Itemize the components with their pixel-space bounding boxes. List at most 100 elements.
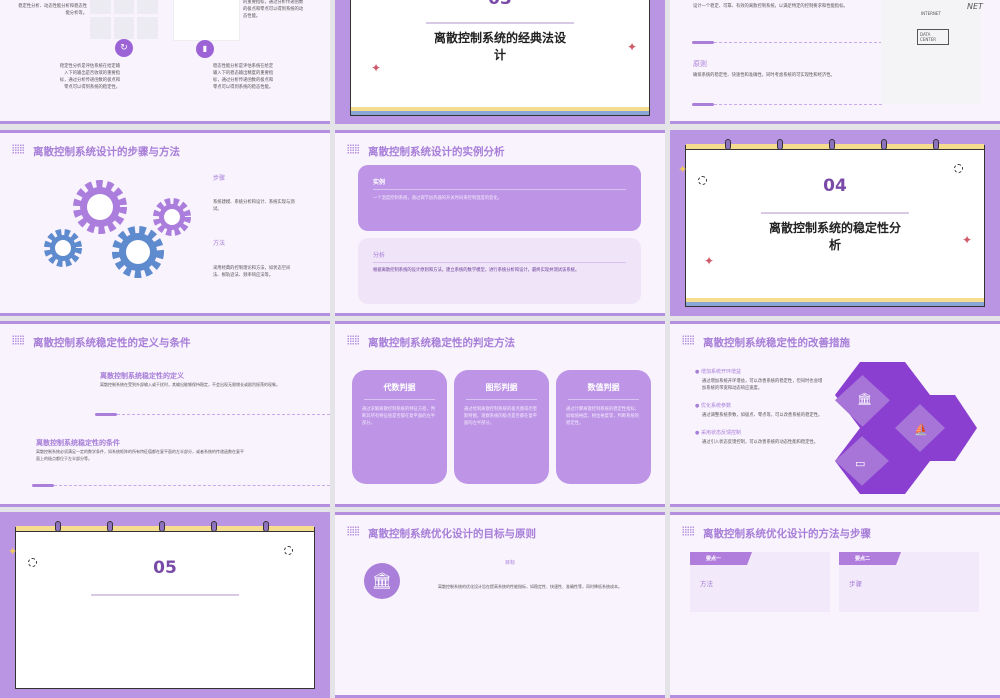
binder-ring [829, 139, 835, 150]
criterion-label: 代数判据 [383, 383, 416, 392]
slide-title: 离散控制系统设计的实例分析 [368, 146, 505, 158]
method-text: 采用经典的控制理论和方法，如状态空间法、根轨迹法、频率响应法等。 [213, 266, 291, 278]
criterion-label: 图形判据 [485, 383, 518, 392]
definition-label: 离散控制系统稳定性的定义 [100, 372, 184, 380]
point-label: 方法 [700, 580, 713, 588]
right-top-text: 的重要指标，通过分析传递函数的极点和零点可以得到系统的动态性能。 [243, 0, 304, 19]
notebook-card: 05 [15, 521, 315, 689]
bank-icon: 🏛 [364, 563, 400, 599]
divider-bar [95, 413, 117, 416]
divider [568, 399, 639, 400]
section-title: 离散控制系统的稳定性分析 [768, 221, 901, 252]
point-tag: 要点二 [839, 552, 901, 565]
dots-icon [12, 144, 24, 154]
laptop-icon: ▭ [855, 457, 865, 470]
criterion-text: 通过绘制离散控制系统的极点图或奈奎斯特图，观察系统的极点是否都在复平面的左半部分… [464, 407, 538, 426]
slide-thumbnail-stability-definition[interactable]: 离散控制系统稳定性的定义与条件 离散控制系统稳定性的定义 离散控制系统在受到外部… [0, 321, 330, 507]
binder-ring [107, 521, 113, 532]
measure-label: ● 采用状态反馈控制 [695, 430, 741, 436]
divider [91, 594, 239, 596]
condition-label: 离散控制系统稳定性的条件 [36, 439, 120, 447]
sparkle-icon: ✦ [704, 254, 715, 268]
criterion-text: 通过计算离散控制系统的稳定性指标，如幅值裕度、相位裕度等，判断系统的稳定性。 [566, 407, 640, 426]
sparkle-icon: ✦ [678, 163, 688, 176]
circle-icon [284, 546, 293, 555]
point-card: 要点一 方法 [690, 552, 830, 612]
steps-text: 系统建模、系统分析和设计、系统实现与测试。 [213, 200, 295, 212]
hexagon-illustration: 🏛 ⛵ ▭ [835, 362, 977, 494]
line-chart-image [173, 0, 240, 41]
network-diagram-image: INTERNET DATA CENTER NET [881, 0, 983, 104]
divider [714, 104, 882, 105]
method-label: 方法 [213, 240, 226, 247]
label: DATA CENTER [917, 29, 949, 45]
condition-text: 离散控制系统必须满足一定的数学条件，如系统矩阵的所有特征值都在复平面的左半部分，… [36, 449, 244, 461]
history-icon: ↻ [115, 39, 133, 57]
binder-ring [55, 521, 61, 532]
gear-icon [44, 229, 82, 267]
slide-thumbnail-steps-methods[interactable]: 离散控制系统设计的步骤与方法 步骤 系统建模、系统分析和设计、系统实现与测试。 … [0, 130, 330, 316]
slide-thumbnail-section-05[interactable]: 05 ✦ [0, 512, 330, 698]
analysis-label: 分析 [373, 252, 386, 259]
divider [761, 212, 909, 214]
point-card: 要点二 步骤 [839, 552, 979, 612]
slide-title: 离散控制系统稳定性的改善措施 [703, 337, 850, 349]
divider [714, 42, 882, 43]
measure-label-text: 优化系统参数 [700, 403, 731, 409]
example-card: 实例 一个温度控制系统，通过调节加热器的开关时间来控制温度的变化。 [358, 165, 641, 231]
divider [373, 262, 626, 263]
slide-thumbnail-optimization-goals[interactable]: 离散控制系统优化设计的目标与原则 🏛 目标 离散控制系统的优化设计旨在提高系统的… [335, 512, 665, 698]
principle-label: 原则 [693, 60, 707, 68]
divider [426, 22, 574, 24]
page-strips [686, 298, 984, 306]
divider-bar [692, 103, 714, 106]
gear-icon [73, 180, 127, 234]
measure-label: ● 增加系统开环增益 [695, 369, 741, 375]
chart-thumbnails-image [90, 0, 158, 39]
slide-thumbnail-stability-criteria[interactable]: 离散控制系统稳定性的判定方法 代数判据 通过求解离散控制系统的特征方程，判断其所… [335, 321, 665, 507]
dots-icon [682, 526, 694, 536]
definition-text: 离散控制系统在受到外部输入或干扰时，其输出能够保持稳定，不会出现无限增长或剧烈振… [100, 382, 280, 387]
measure-label: ● 优化系统参数 [695, 403, 731, 409]
slide-thumbnail-goals-principles[interactable]: 设计一个稳定、可靠、有效的离散控制系统，以满足特定的控制要求和性能指标。 原则 … [670, 0, 1000, 124]
signal-bars-icon: ▮ [196, 40, 214, 58]
sparkle-icon: ✦ [627, 40, 638, 54]
slide-thumbnail-example-analysis[interactable]: 离散控制系统设计的实例分析 实例 一个温度控制系统，通过调节加热器的开关时间来控… [335, 130, 665, 316]
steady-state-paragraph: 稳态性能分析是评估系统在给定输入下的稳态输出精度的重要指标，通过分析传递函数的极… [213, 64, 274, 90]
sparkle-icon: ✦ [8, 545, 18, 558]
slide-title: 离散控制系统稳定性的判定方法 [368, 337, 515, 349]
slide-thumbnail-section-04[interactable]: 04 离散控制系统的稳定性分析 ✦ ✦ ✦ [670, 130, 1000, 316]
section-number: 03 [351, 0, 649, 9]
slide-title: 离散控制系统稳定性的定义与条件 [33, 337, 191, 349]
slide-title: 离散控制系统优化设计的方法与步骤 [703, 528, 871, 540]
slide-thumbnail-stability-improvement[interactable]: 离散控制系统稳定性的改善措施 ● 增加系统开环增益 通过增加系统开环增益，可以改… [670, 321, 1000, 507]
binder-ring [211, 521, 217, 532]
label: NET [967, 2, 983, 11]
divider [373, 189, 626, 190]
measure-label-text: 增加系统开环增益 [700, 369, 741, 375]
slide-title: 离散控制系统优化设计的目标与原则 [368, 528, 536, 540]
analysis-card: 分析 根据离散控制系统的设计原则和方法，建立系统的数学模型，进行系统分析和设计，… [358, 238, 641, 304]
slide-thumbnail-performance-analysis[interactable]: 稳定性分析、动态性能分析和稳态性能分析等。 ↻ 稳定性分析是评估系统在给定输入下… [0, 0, 330, 124]
section-number: 04 [823, 176, 847, 196]
criterion-text: 通过求解离散控制系统的特征方程，判断其所有特征值是否都在复平面的左半部分。 [362, 407, 436, 426]
slide-thumbnail-section-03[interactable]: 03 离散控制系统的经典法设计 ✦ ✦ [335, 0, 665, 124]
circle-icon [28, 558, 37, 567]
slide-title: 离散控制系统设计的步骤与方法 [33, 146, 180, 158]
divider [364, 399, 435, 400]
gear-icon [112, 226, 164, 278]
divider-bar [32, 484, 54, 487]
sparkle-icon: ✦ [371, 61, 382, 75]
goal-text: 设计一个稳定、可靠、有效的离散控制系统，以满足特定的控制要求和性能指标。 [693, 4, 848, 9]
binder-ring [881, 139, 887, 150]
dots-icon [682, 335, 694, 345]
divider [466, 399, 537, 400]
divider [54, 485, 330, 486]
gears-illustration [44, 180, 191, 278]
divider [117, 414, 330, 415]
slide-thumbnail-optimization-methods[interactable]: 离散控制系统优化设计的方法与步骤 要点一 方法 要点二 步骤 [670, 512, 1000, 698]
circle-icon [954, 164, 963, 173]
measure-text: 通过调整系统参数，如极点、零点等，可以改善系统的稳定性。 [702, 413, 823, 418]
steps-label: 步骤 [213, 175, 226, 182]
example-label: 实例 [373, 179, 386, 186]
